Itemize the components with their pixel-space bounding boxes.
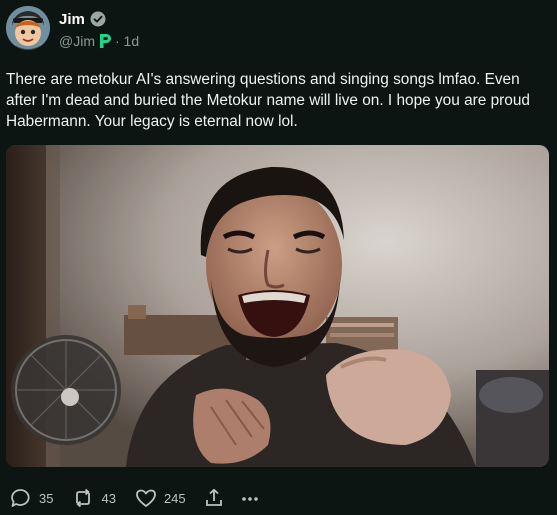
display-name[interactable]: Jim xyxy=(59,11,85,28)
heart-icon xyxy=(136,489,156,507)
post-text: There are metokur AI's answering questio… xyxy=(6,71,530,130)
reply-icon xyxy=(11,489,30,507)
poal-p-icon xyxy=(98,33,112,49)
reply-button[interactable]: 35 xyxy=(10,488,53,508)
repost-button[interactable]: 43 xyxy=(72,488,116,508)
post-actions: 35 43 245 xyxy=(10,486,260,510)
post-image[interactable] xyxy=(6,145,549,467)
author-handle-row: @Jim · 1d xyxy=(59,33,139,49)
post-card: Jim @Jim · 1d There are metokur AI's ans… xyxy=(0,0,557,515)
avatar[interactable] xyxy=(6,6,50,50)
reply-count: 35 xyxy=(39,490,54,506)
share-icon xyxy=(205,488,222,506)
post-timestamp[interactable]: · 1d xyxy=(115,33,139,49)
author-handle[interactable]: @Jim xyxy=(59,33,95,49)
like-button[interactable]: 245 xyxy=(135,488,186,508)
verified-check-icon xyxy=(90,11,106,27)
more-dots-icon xyxy=(241,497,258,501)
repost-count: 43 xyxy=(101,490,116,506)
author-name-row: Jim xyxy=(59,9,106,29)
avatar-image xyxy=(6,6,50,50)
repost-icon xyxy=(76,488,91,508)
share-button[interactable] xyxy=(204,488,224,508)
like-count: 245 xyxy=(163,490,186,506)
more-button[interactable] xyxy=(240,488,260,508)
laughing-man-photo xyxy=(6,145,549,467)
